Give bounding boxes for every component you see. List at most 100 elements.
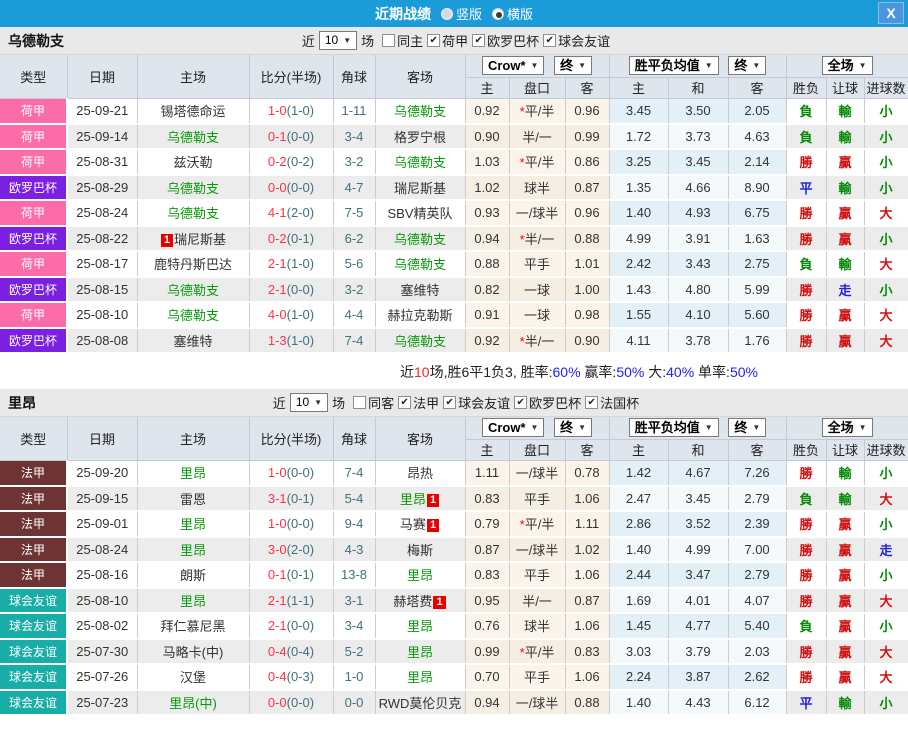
- odds-source-select[interactable]: Crow*▼: [482, 56, 544, 75]
- mean-home: 2.44: [609, 562, 668, 588]
- home-team: 里昂: [137, 511, 249, 537]
- result-handicap: 輸: [826, 124, 864, 150]
- home-team-name: 雷恩: [180, 492, 206, 507]
- col-away: 客场: [375, 55, 465, 98]
- result-goals: 小: [864, 562, 908, 588]
- mean-group-header: 胜平负均值▼ 终▼: [609, 417, 786, 439]
- odds-away: 0.96: [565, 98, 609, 124]
- corner-cell: 3-2: [333, 149, 375, 175]
- odds-final-select[interactable]: 终▼: [554, 418, 592, 437]
- away-team: 梅斯: [375, 537, 465, 563]
- odds-away: 0.98: [565, 302, 609, 328]
- filter-label: 球会友谊: [458, 393, 510, 412]
- checkbox-icon: ✔: [543, 34, 556, 47]
- layout-horizontal-radio[interactable]: 横版: [492, 4, 533, 23]
- wdl-mean-select[interactable]: 胜平负均值▼: [629, 418, 719, 437]
- mean-away: 4.63: [728, 124, 786, 150]
- filter-checkbox-同主[interactable]: 同主: [382, 31, 423, 50]
- mean-home: 2.47: [609, 486, 668, 512]
- odds-home: 0.94: [465, 690, 509, 716]
- full-time-score: 2-1: [268, 593, 287, 608]
- layout-vertical-radio[interactable]: 竖版: [441, 4, 482, 23]
- col-handicap-result: 让球: [826, 77, 864, 98]
- full-time-score: 4-0: [268, 307, 287, 322]
- half-time-score: (1-0): [287, 256, 314, 271]
- filter-checkbox-球会友谊[interactable]: ✔球会友谊: [443, 393, 510, 412]
- result-goals: 大: [864, 328, 908, 354]
- match-date: 25-08-02: [67, 613, 137, 639]
- corner-score: 4-4: [345, 307, 364, 322]
- half-time-score: (0-0): [287, 695, 314, 710]
- radio-unselected-icon: [441, 8, 453, 20]
- match-row: 荷甲25-08-10乌德勒支4-0(1-0)4-4赫拉克勒斯0.91一球0.98…: [0, 302, 908, 328]
- away-team: 赫塔费1: [375, 588, 465, 614]
- home-team-name: 里昂: [180, 517, 206, 532]
- corner-cell: 6-2: [333, 226, 375, 252]
- match-row: 法甲25-09-15雷恩3-1(0-1)5-4里昂10.83平手1.062.47…: [0, 486, 908, 512]
- recent-count-select[interactable]: 10▼: [290, 393, 328, 412]
- full-match-select[interactable]: 全场▼: [822, 418, 873, 437]
- corner-cell: 4-3: [333, 537, 375, 563]
- result-handicap: 贏: [826, 562, 864, 588]
- full-time-score: 1-0: [268, 103, 287, 118]
- handicap: *半/一: [509, 226, 565, 252]
- filter-checkbox-欧罗巴杯[interactable]: ✔欧罗巴杯: [472, 31, 539, 50]
- checkbox-icon: ✔: [585, 396, 598, 409]
- mean-away: 2.79: [728, 562, 786, 588]
- wdl-mean-select[interactable]: 胜平负均值▼: [629, 56, 719, 75]
- filter-checkbox-荷甲[interactable]: ✔荷甲: [427, 31, 468, 50]
- odds-group-header: Crow*▼ 终▼: [465, 417, 609, 439]
- col-home: 主场: [137, 55, 249, 98]
- col-corner: 角球: [333, 417, 375, 460]
- corner-cell: 3-4: [333, 124, 375, 150]
- full-match-select[interactable]: 全场▼: [822, 56, 873, 75]
- handicap: 一/球半: [509, 537, 565, 563]
- odds-source-select[interactable]: Crow*▼: [482, 418, 544, 437]
- half-time-score: (0-1): [287, 491, 314, 506]
- mean-home: 3.45: [609, 98, 668, 124]
- corner-score: 4-3: [345, 542, 364, 557]
- wdl-final-select[interactable]: 终▼: [728, 418, 766, 437]
- handicap-text: 半/一: [525, 232, 555, 247]
- mean-away: 7.00: [728, 537, 786, 563]
- away-team: 里昂: [375, 562, 465, 588]
- home-team: 朗斯: [137, 562, 249, 588]
- mean-home: 2.42: [609, 251, 668, 277]
- result-outcome: 平: [786, 690, 826, 716]
- close-button[interactable]: X: [878, 2, 904, 24]
- filter-checkbox-欧罗巴杯[interactable]: ✔欧罗巴杯: [514, 393, 581, 412]
- odds-final-select[interactable]: 终▼: [554, 56, 592, 75]
- odds-away: 0.83: [565, 639, 609, 665]
- league-badge: 荷甲: [0, 200, 67, 226]
- match-row: 荷甲25-09-14乌德勒支0-1(0-0)3-4格罗宁根0.90半/一0.99…: [0, 124, 908, 150]
- mean-away: 1.76: [728, 328, 786, 354]
- corner-score: 4-7: [345, 180, 364, 195]
- result-goals: 大: [864, 200, 908, 226]
- handicap: *半/一: [509, 328, 565, 354]
- recent-count-select[interactable]: 10▼: [319, 31, 357, 50]
- score-cell: 0-2(0-1): [249, 226, 333, 252]
- result-outcome: 勝: [786, 277, 826, 303]
- result-handicap: 贏: [826, 200, 864, 226]
- filter-checkbox-法国杯[interactable]: ✔法国杯: [585, 393, 639, 412]
- half-time-score: (0-0): [287, 465, 314, 480]
- league-badge: 荷甲: [0, 251, 67, 277]
- league-badge: 球会友谊: [0, 588, 67, 614]
- half-time-score: (0-0): [287, 618, 314, 633]
- matches-table: 类型 日期 主场 比分(半场) 角球 客场 Crow*▼ 终▼ 胜平负均值▼ 终…: [0, 417, 908, 716]
- league-badge: 球会友谊: [0, 613, 67, 639]
- col-goals: 进球数: [864, 439, 908, 460]
- result-outcome: 負: [786, 486, 826, 512]
- match-date: 25-09-01: [67, 511, 137, 537]
- full-time-score: 0-0: [268, 695, 287, 710]
- corner-score: 3-2: [345, 154, 364, 169]
- col-goals: 进球数: [864, 77, 908, 98]
- chevron-down-icon: ▼: [859, 420, 867, 435]
- wdl-final-select[interactable]: 终▼: [728, 56, 766, 75]
- filter-checkbox-同客[interactable]: 同客: [353, 393, 394, 412]
- match-row: 法甲25-09-01里昂1-0(0-0)9-4马赛10.79*平/半1.112.…: [0, 511, 908, 537]
- filter-checkbox-球会友谊[interactable]: ✔球会友谊: [543, 31, 610, 50]
- mean-draw: 3.91: [668, 226, 728, 252]
- filter-checkbox-法甲[interactable]: ✔法甲: [398, 393, 439, 412]
- corner-score: 13-8: [341, 567, 367, 582]
